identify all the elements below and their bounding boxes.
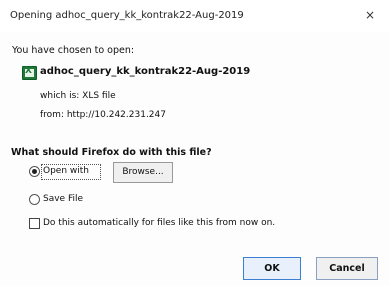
browse-button[interactable]: Browse... — [113, 162, 173, 183]
download-dialog: Opening adhoc_query_kk_kontrak22-Aug-201… — [0, 0, 389, 286]
title-bar: Opening adhoc_query_kk_kontrak22-Aug-201… — [0, 0, 389, 32]
save-file-label[interactable]: Save File — [43, 194, 83, 204]
chosen-intro: You have chosen to open: — [12, 45, 135, 56]
file-type: which is: XLS file — [40, 91, 116, 101]
auto-checkbox-label[interactable]: Do this automatically for files like thi… — [43, 218, 275, 228]
close-icon[interactable]: × — [363, 8, 377, 22]
file-name: adhoc_query_kk_kontrak22-Aug-2019 — [40, 66, 251, 77]
ok-button[interactable]: OK — [243, 257, 301, 280]
file-source: from: http://10.242.231.247 — [40, 110, 166, 120]
open-with-radio[interactable] — [29, 166, 40, 177]
dialog-title: Opening adhoc_query_kk_kontrak22-Aug-201… — [10, 10, 244, 21]
auto-checkbox[interactable] — [29, 218, 40, 229]
action-question: What should Firefox do with this file? — [11, 147, 212, 158]
cancel-button[interactable]: Cancel — [316, 257, 378, 280]
open-with-label[interactable]: Open with — [43, 166, 89, 176]
save-file-radio[interactable] — [29, 194, 40, 205]
xls-file-icon — [22, 66, 37, 80]
